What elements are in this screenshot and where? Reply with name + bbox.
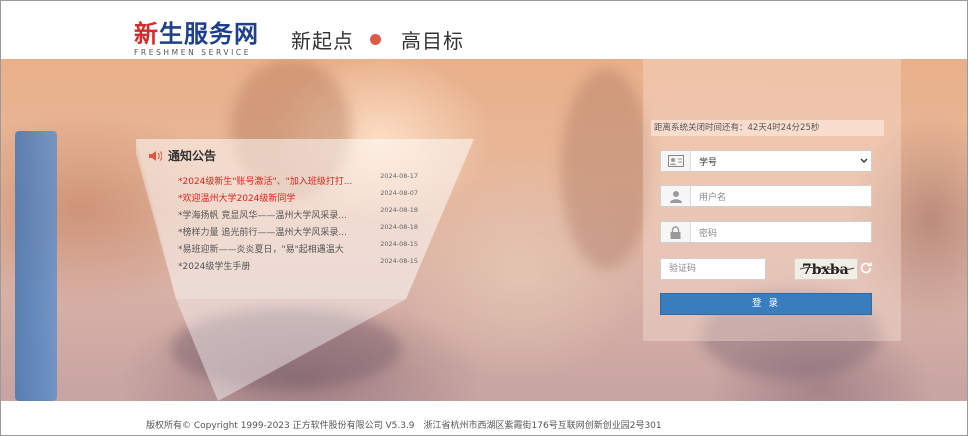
password-input[interactable]: 密码 — [691, 226, 871, 239]
notice-item-title[interactable]: *易班迎新——炎炎夏日，"易"起相遇温大 — [178, 242, 363, 255]
logo-title: 新生服务网 — [134, 19, 259, 48]
password-field[interactable]: 密码 — [660, 221, 872, 243]
background-post — [15, 131, 57, 401]
lock-icon — [661, 222, 691, 242]
username-field[interactable]: 用户名 — [660, 185, 872, 207]
countdown-text: 距离系统关闭时间还有：42天4时24分25秒 — [651, 120, 884, 136]
page-footer: 版权所有© Copyright 1999-2023 正方软件股份有限公司 V5.… — [1, 401, 967, 435]
notice-item-date: 2024-08-18 — [380, 223, 418, 231]
id-card-icon — [661, 151, 691, 171]
speaker-icon — [149, 150, 162, 161]
slogan-right: 高目标 — [401, 29, 464, 53]
captcha-input[interactable]: 验证码 — [660, 258, 766, 280]
copyright-text: 版权所有© Copyright 1999-2023 正方软件股份有限公司 V5.… — [146, 421, 662, 431]
notice-item-title[interactable]: *榜样力量 追光前行——温州大学风采录... — [178, 225, 363, 238]
site-logo[interactable]: 新生服务网 FRESHMEN SERVICE — [134, 19, 259, 58]
notice-list: *2024级新生"账号激活"、"加入班级打打... 2024-08-17 *欢迎… — [178, 172, 418, 276]
username-input[interactable]: 用户名 — [691, 190, 871, 203]
notice-header: 通知公告 — [148, 147, 216, 164]
id-type-select[interactable]: 学号 — [660, 150, 872, 172]
logo-subtitle: FRESHMEN SERVICE — [134, 48, 252, 57]
notice-panel: 通知公告 *2024级新生"账号激活"、"加入班级打打... 2024-08-1… — [136, 139, 476, 401]
notice-item-date: 2024-08-15 — [380, 257, 418, 265]
notice-item-date: 2024-08-15 — [380, 240, 418, 248]
slogan: 新起点 高目标 — [291, 25, 464, 54]
notice-item-title[interactable]: *欢迎温州大学2024级新同学 — [178, 191, 363, 204]
notice-item-date: 2024-08-18 — [380, 206, 418, 214]
notice-item[interactable]: *2024级学生手册 2024-08-15 — [178, 257, 418, 276]
notice-item-date: 2024-08-07 — [380, 189, 418, 197]
user-icon — [661, 186, 691, 206]
notice-item-title[interactable]: *2024级学生手册 — [178, 259, 363, 272]
notice-item-title[interactable]: *2024级新生"账号激活"、"加入班级打打... — [178, 174, 363, 187]
background-tree — [561, 69, 651, 269]
login-button[interactable]: 登 录 — [660, 293, 872, 315]
id-type-value: 学号 — [699, 157, 718, 168]
notice-item-date: 2024-08-17 — [380, 172, 418, 180]
notice-title: 通知公告 — [168, 149, 217, 163]
slogan-left: 新起点 — [291, 29, 354, 53]
page-header: 新生服务网 FRESHMEN SERVICE 新起点 高目标 — [1, 1, 967, 59]
captcha-image[interactable]: 7bxba — [794, 258, 858, 280]
chevron-down-icon[interactable] — [857, 158, 871, 164]
slogan-dot-icon — [370, 34, 381, 45]
captcha-glyphs: 7bxba — [799, 262, 855, 278]
refresh-icon[interactable] — [859, 261, 873, 275]
notice-item-title[interactable]: *学海扬帆 竞显风华——温州大学风采录... — [178, 208, 363, 221]
